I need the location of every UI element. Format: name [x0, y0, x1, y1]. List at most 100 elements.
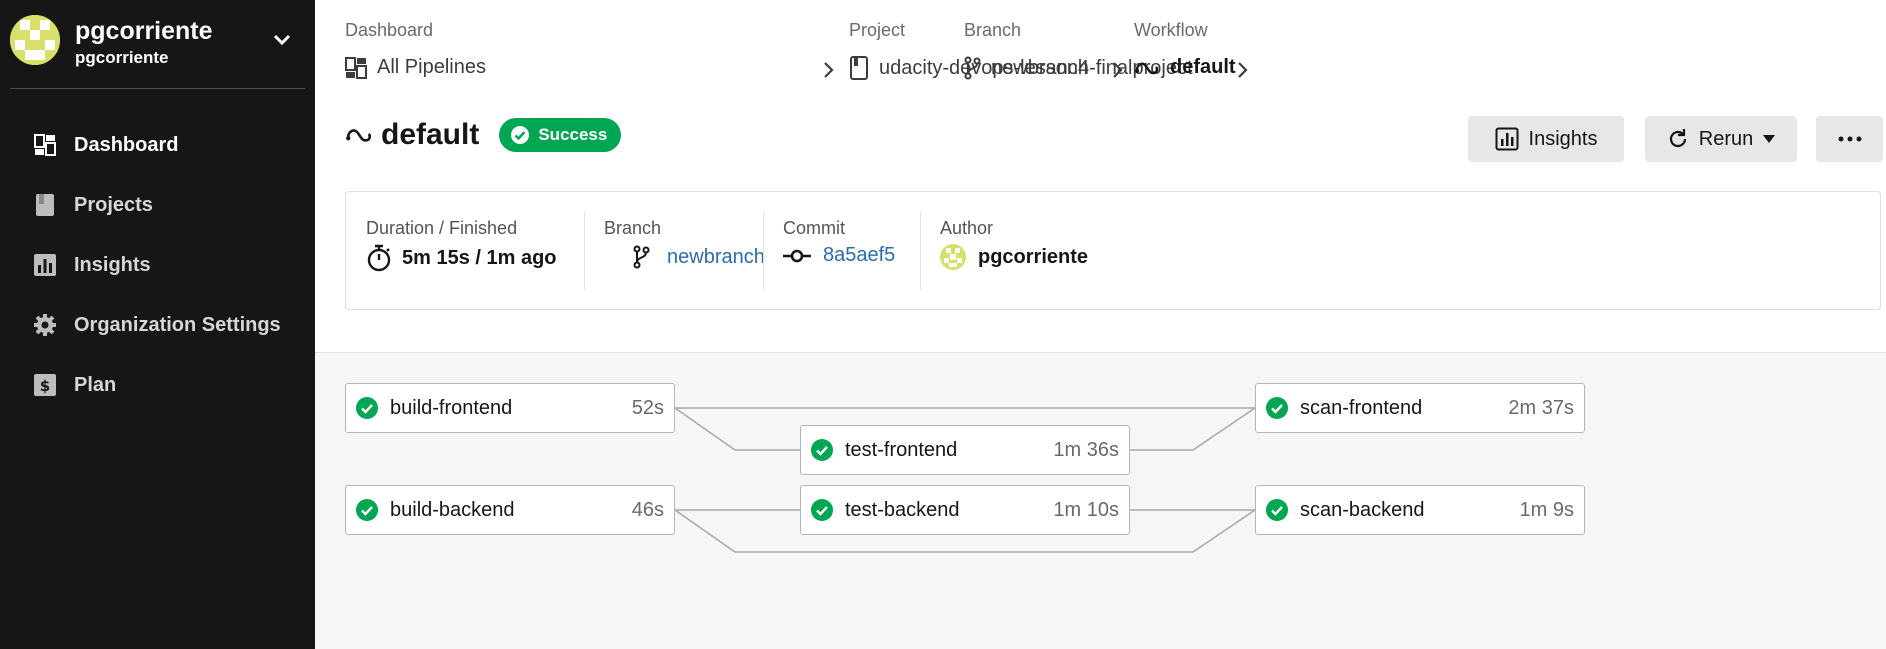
- summary-caption: Author: [940, 218, 994, 238]
- status-badge: Success: [499, 118, 622, 152]
- caret-down-icon: [1763, 135, 1776, 143]
- summary-divider: [920, 212, 921, 290]
- breadcrumb-label: default: [1170, 56, 1236, 78]
- sidebar-item-label: Projects: [74, 193, 153, 216]
- pipelines-icon: [345, 56, 367, 79]
- breadcrumb-caption: Workflow: [1134, 20, 1208, 40]
- breadcrumb-workflow: Workflow default: [1134, 20, 1236, 78]
- sidebar-divider: [10, 88, 305, 89]
- sidebar-item-projects[interactable]: Projects: [0, 175, 315, 235]
- insights-button[interactable]: Insights: [1468, 116, 1624, 162]
- check-circle-icon: [356, 397, 378, 419]
- refresh-icon: [1669, 129, 1686, 148]
- svg-text:$: $: [40, 377, 50, 395]
- edge-test-frontend-scan-frontend: [1130, 407, 1256, 451]
- sidebar-nav: Dashboard Projects Insights Organization…: [0, 115, 315, 415]
- rerun-button-label: Rerun: [1698, 127, 1754, 150]
- org-switcher[interactable]: pgcorriente pgcorriente: [10, 15, 305, 71]
- duration-text: 5m 15s / 1m ago: [402, 246, 557, 269]
- job-duration: 52s: [631, 396, 664, 419]
- avatar: [940, 244, 966, 270]
- summary-duration-value: 5m 15s / 1m ago: [366, 244, 557, 272]
- commit-link[interactable]: 8a5aef5: [823, 244, 895, 267]
- org-name: pgcorriente: [75, 17, 213, 45]
- more-icon: [1838, 136, 1861, 142]
- job-duration: 46s: [631, 498, 664, 521]
- dashboard-icon: [32, 132, 58, 158]
- sidebar-item-label: Organization Settings: [74, 313, 281, 336]
- branch-link[interactable]: newbranch: [667, 246, 765, 269]
- breadcrumb-current-workflow: default: [1134, 56, 1236, 79]
- chevron-down-icon[interactable]: [270, 27, 294, 51]
- projects-icon: [32, 192, 58, 218]
- job-duration: 1m 10s: [1053, 498, 1119, 521]
- sidebar-item-label: Dashboard: [74, 133, 179, 156]
- job-test-backend[interactable]: test-backend 1m 10s: [800, 485, 1130, 535]
- job-scan-frontend[interactable]: scan-frontend 2m 37s: [1255, 383, 1585, 433]
- check-circle-icon: [511, 126, 530, 144]
- breadcrumb-dashboard: Dashboard All Pipelines: [345, 20, 495, 79]
- status-text: Success: [538, 125, 608, 144]
- breadcrumb-branch: Branch: [964, 20, 1021, 41]
- sidebar: pgcorriente pgcorriente Dashboard Projec…: [0, 0, 315, 649]
- workflow-graph: build-frontend 52s test-frontend 1m 36s …: [315, 352, 1886, 649]
- check-circle-icon: [1266, 499, 1288, 521]
- job-build-frontend[interactable]: build-frontend 52s: [345, 383, 675, 433]
- chevron-right-icon: [1113, 62, 1123, 78]
- job-name: test-backend: [845, 498, 960, 521]
- check-circle-icon: [811, 439, 833, 461]
- job-scan-backend[interactable]: scan-backend 1m 9s: [1255, 485, 1585, 535]
- sidebar-item-insights[interactable]: Insights: [0, 235, 315, 295]
- job-name: scan-frontend: [1300, 396, 1423, 419]
- summary-branch-value[interactable]: newbranch: [632, 244, 765, 270]
- breadcrumb-caption: Project: [849, 20, 906, 40]
- summary-caption: Commit: [783, 218, 845, 238]
- sidebar-item-plan[interactable]: $ Plan: [0, 355, 315, 415]
- author-name: pgcorriente: [978, 245, 1089, 268]
- summary-divider: [584, 212, 585, 290]
- summary-caption: Duration / Finished: [366, 218, 518, 238]
- workflow-icon: [1135, 62, 1159, 74]
- breadcrumb-link-all-pipelines[interactable]: All Pipelines: [345, 56, 486, 79]
- summary-author-value: pgcorriente: [940, 244, 1088, 270]
- breadcrumb-project: Project udacity-devops-lesson4-finalproj…: [849, 20, 1193, 80]
- more-options-button[interactable]: [1816, 116, 1883, 162]
- breadcrumb-link-branch[interactable]: newbranch: [963, 56, 1089, 80]
- project-icon: [850, 56, 868, 80]
- org-avatar: [10, 15, 60, 65]
- plan-icon: $: [32, 372, 58, 398]
- gear-icon: [32, 312, 58, 338]
- summary-commit-value[interactable]: 8a5aef5: [783, 244, 895, 267]
- edge-build-frontend-test-frontend: [674, 407, 800, 451]
- summary-divider: [763, 212, 764, 290]
- insights-icon: [32, 252, 58, 278]
- chevron-right-icon: [824, 62, 834, 78]
- stopwatch-icon: [367, 244, 391, 272]
- job-name: build-frontend: [390, 396, 513, 419]
- commit-icon: [783, 249, 811, 262]
- check-circle-icon: [1266, 397, 1288, 419]
- org-subname: pgcorriente: [75, 48, 169, 67]
- breadcrumb-label: newbranch: [991, 56, 1089, 79]
- job-build-backend[interactable]: build-backend 46s: [345, 485, 675, 535]
- sidebar-item-label: Plan: [74, 373, 117, 396]
- workflow-header: default Success: [345, 118, 622, 152]
- workflow-icon: [346, 129, 372, 142]
- branch-icon: [964, 56, 981, 80]
- job-duration: 2m 37s: [1508, 396, 1574, 419]
- breadcrumb-caption: Dashboard: [345, 20, 434, 40]
- sidebar-item-label: Insights: [74, 253, 151, 276]
- job-test-frontend[interactable]: test-frontend 1m 36s: [800, 425, 1130, 475]
- page-title: default: [381, 118, 480, 151]
- summary-caption: Branch: [604, 218, 662, 238]
- check-circle-icon: [811, 499, 833, 521]
- job-name: scan-backend: [1300, 498, 1425, 521]
- check-circle-icon: [356, 499, 378, 521]
- rerun-button[interactable]: Rerun: [1645, 116, 1797, 162]
- sidebar-item-organization-settings[interactable]: Organization Settings: [0, 295, 315, 355]
- branch-icon: [633, 245, 650, 269]
- job-name: build-backend: [390, 498, 515, 521]
- sidebar-item-dashboard[interactable]: Dashboard: [0, 115, 315, 175]
- main-content: Dashboard All Pipelines Project udacity-…: [315, 0, 1886, 649]
- workflow-summary: Duration / Finished 5m 15s / 1m ago Bran…: [345, 191, 1881, 310]
